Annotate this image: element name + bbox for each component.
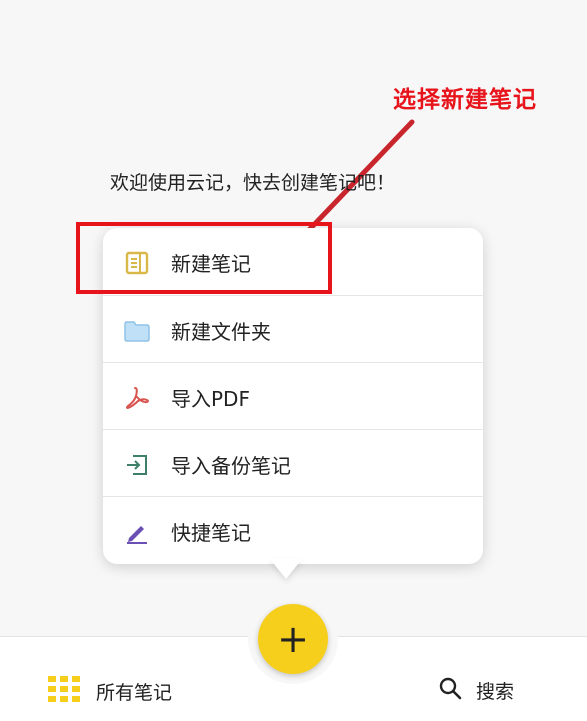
search-icon bbox=[438, 676, 462, 704]
popup-pointer bbox=[270, 559, 302, 579]
menu-item-label: 快捷笔记 bbox=[171, 521, 251, 545]
pdf-icon bbox=[123, 384, 151, 412]
menu-item-import-backup[interactable]: 导入备份笔记 bbox=[103, 429, 483, 496]
menu-item-import-pdf[interactable]: 导入PDF bbox=[103, 362, 483, 429]
nav-all-notes[interactable]: 所有笔记 bbox=[48, 676, 172, 706]
nav-search[interactable]: 搜索 bbox=[438, 676, 514, 704]
add-button[interactable]: + bbox=[258, 604, 328, 674]
menu-item-label: 导入PDF bbox=[171, 387, 250, 411]
grid-icon bbox=[48, 676, 80, 706]
pencil-icon bbox=[123, 518, 151, 546]
annotation-label: 选择新建笔记 bbox=[393, 87, 537, 113]
nav-search-label: 搜索 bbox=[476, 680, 515, 703]
import-backup-icon bbox=[123, 451, 151, 479]
menu-item-label: 导入备份笔记 bbox=[171, 454, 291, 478]
folder-icon bbox=[123, 317, 151, 345]
nav-all-notes-label: 所有笔记 bbox=[96, 681, 173, 704]
menu-item-quick-note[interactable]: 快捷笔记 bbox=[103, 496, 483, 563]
annotation-highlight-box bbox=[76, 222, 332, 294]
welcome-message: 欢迎使用云记，快去创建笔记吧！ bbox=[110, 172, 396, 194]
menu-item-new-folder[interactable]: 新建文件夹 bbox=[103, 295, 483, 362]
menu-item-label: 新建文件夹 bbox=[171, 320, 271, 344]
